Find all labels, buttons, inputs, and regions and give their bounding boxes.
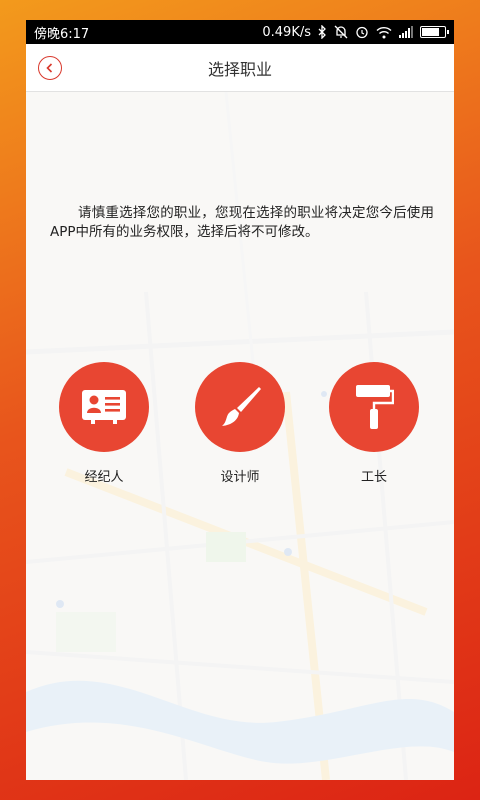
chevron-left-icon xyxy=(44,62,56,74)
role-designer-label: 设计师 xyxy=(220,470,260,485)
role-agent[interactable]: 经纪人 xyxy=(58,362,150,485)
alarm-icon xyxy=(355,25,369,39)
role-foreman[interactable]: 工长 xyxy=(328,362,420,485)
role-agent-label: 经纪人 xyxy=(84,470,124,485)
role-foreman-label: 工长 xyxy=(360,470,387,485)
paint-roller-icon xyxy=(354,383,394,431)
status-time: 傍晚6:17 xyxy=(34,26,90,42)
content-area: 请慎重选择您的职业，您现在选择的职业将决定您今后使用APP中所有的业务权限，选择… xyxy=(26,92,454,780)
back-button[interactable] xyxy=(38,56,62,80)
role-agent-circle[interactable] xyxy=(59,362,149,452)
id-card-icon xyxy=(81,389,127,425)
role-designer-circle[interactable] xyxy=(195,362,285,452)
wifi-icon xyxy=(376,25,392,39)
mute-icon xyxy=(334,25,348,39)
status-bar: 傍晚6:17 0.49K/s xyxy=(26,20,454,44)
career-notice: 请慎重选择您的职业，您现在选择的职业将决定您今后使用APP中所有的业务权限，选择… xyxy=(50,205,434,240)
paintbrush-icon xyxy=(217,384,263,430)
role-foreman-circle[interactable] xyxy=(329,362,419,452)
signal-icon xyxy=(399,25,413,39)
page-title: 选择职业 xyxy=(207,59,272,79)
role-designer[interactable]: 设计师 xyxy=(194,362,286,485)
nav-bar: 选择职业 xyxy=(26,44,454,92)
net-speed: 0.49K/s xyxy=(262,24,311,40)
phone-screen: 傍晚6:17 0.49K/s 选择职业 请慎重选择您的职业，您现在选择的职业将决… xyxy=(26,20,454,780)
status-icons: 0.49K/s xyxy=(262,24,449,40)
bluetooth-icon xyxy=(318,25,327,39)
battery-icon xyxy=(420,26,449,38)
